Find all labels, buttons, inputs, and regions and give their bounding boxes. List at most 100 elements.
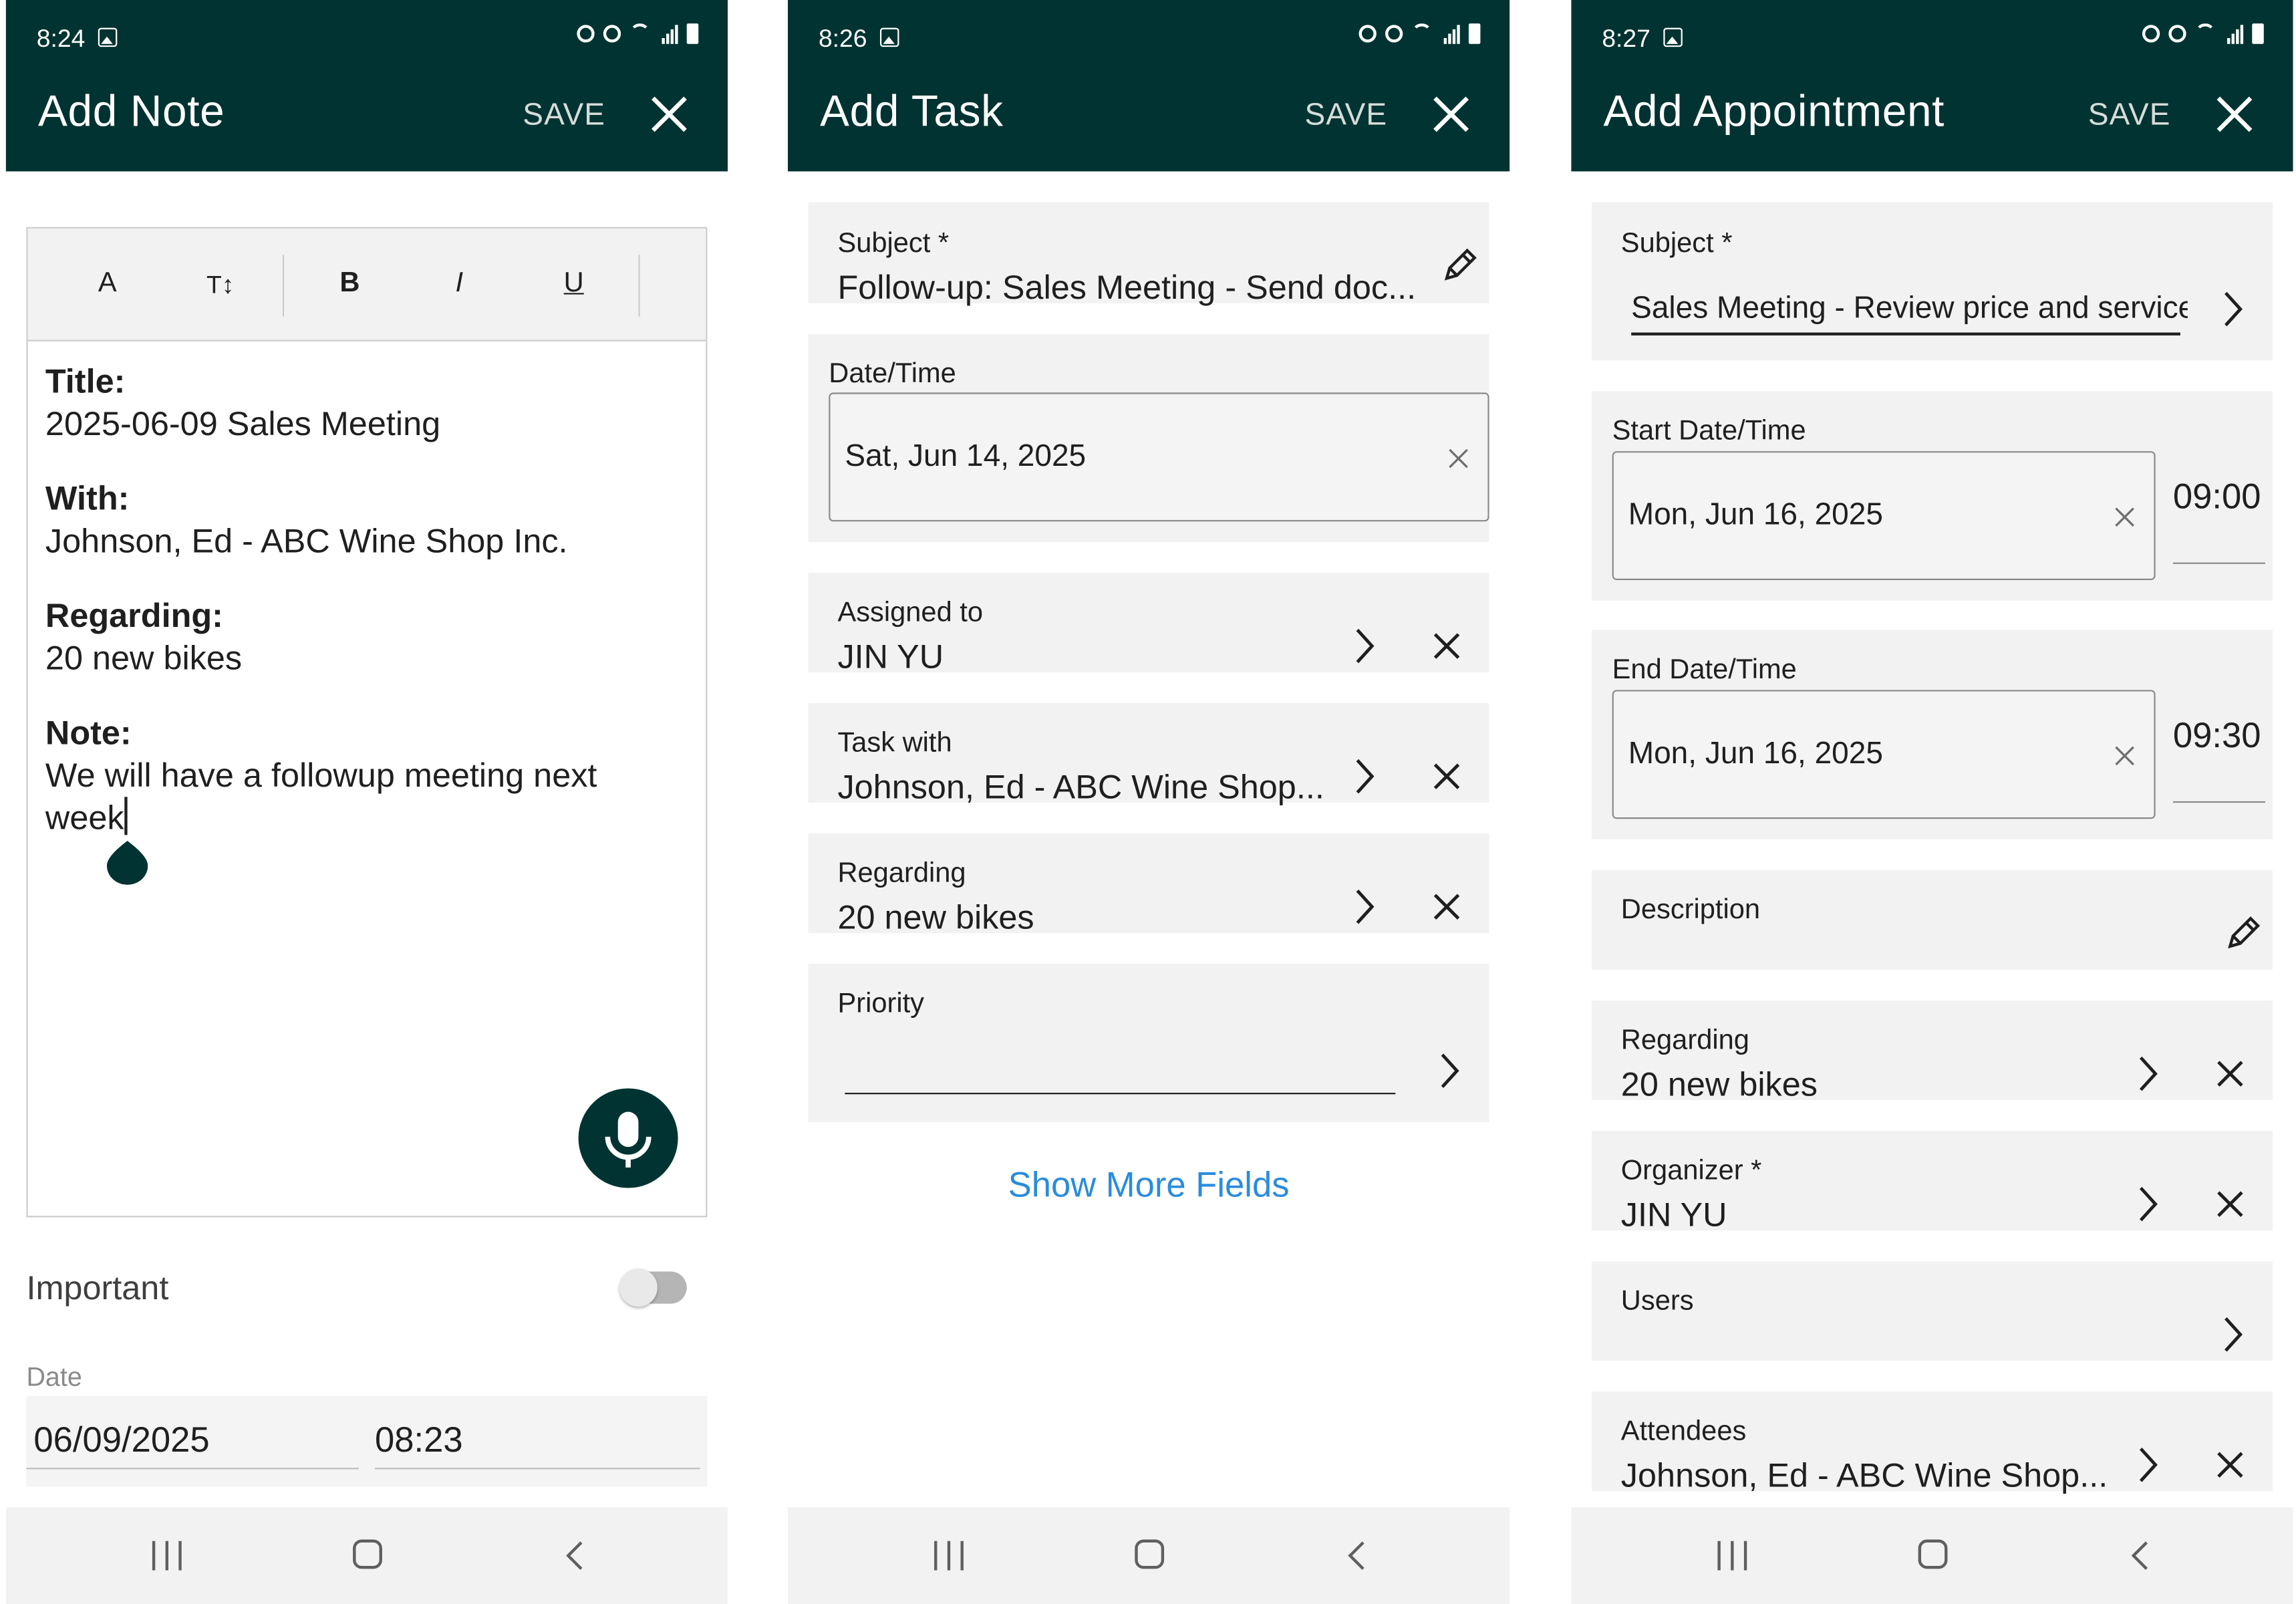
close-icon[interactable] — [2215, 1190, 2245, 1219]
chevron-right-icon[interactable] — [2221, 1315, 2245, 1353]
subject-value: Follow-up: Sales Meeting - Send doc... — [837, 268, 1417, 307]
subject-field[interactable]: Subject * Follow-up: Sales Meeting - Sen… — [808, 202, 1489, 306]
start-date-picker[interactable]: Mon, Jun 16, 2025 — [1612, 451, 2156, 580]
home-icon[interactable] — [353, 1539, 382, 1569]
subject-field[interactable]: Subject * Sales Meeting - Review price a… — [1591, 202, 2273, 361]
close-icon[interactable] — [2215, 1059, 2245, 1089]
cursor-handle-icon[interactable] — [106, 831, 148, 885]
alarm-icon — [1385, 25, 1403, 43]
title-value: 2025-06-09 Sales Meeting — [45, 404, 441, 442]
regarding-field[interactable]: Regarding 20 new bikes — [1591, 1000, 2273, 1103]
stage: 8:24 Add Note SAVE A T↕ B I U Title: 202… — [0, 0, 2296, 1604]
end-date-picker[interactable]: Mon, Jun 16, 2025 — [1612, 690, 2156, 819]
close-icon[interactable] — [1432, 762, 1461, 791]
back-icon[interactable] — [561, 1540, 590, 1572]
pencil-icon[interactable] — [2225, 914, 2263, 952]
note-body[interactable]: Title: 2025-06-09 Sales Meeting With: Jo… — [45, 360, 690, 839]
chevron-right-icon[interactable] — [1353, 888, 1377, 926]
image-icon — [879, 27, 899, 47]
task-with-field[interactable]: Task with Johnson, Ed - ABC Wine Shop... — [808, 703, 1489, 805]
regarding-field[interactable]: Regarding 20 new bikes — [808, 833, 1489, 936]
save-button[interactable]: SAVE — [523, 98, 605, 134]
close-icon[interactable] — [2214, 94, 2255, 134]
users-field[interactable]: Users — [1591, 1261, 2273, 1361]
text-size-button[interactable]: T↕ — [206, 271, 234, 300]
status-icons — [2142, 23, 2264, 44]
assigned-value: JIN YU — [837, 637, 944, 676]
end-time-input[interactable]: 09:30 — [2173, 716, 2261, 757]
close-icon[interactable] — [1431, 94, 1471, 134]
home-icon[interactable] — [1918, 1539, 1948, 1569]
font-color-button[interactable]: A — [98, 268, 117, 300]
assigned-to-field[interactable]: Assigned to JIN YU — [808, 572, 1489, 675]
signal-icon — [662, 23, 678, 44]
system-nav-bar — [787, 1507, 1510, 1604]
chevron-right-icon[interactable] — [1353, 757, 1377, 795]
back-icon[interactable] — [2126, 1540, 2156, 1572]
date-underline — [26, 1468, 359, 1470]
date-input[interactable]: 06/09/2025 — [33, 1421, 209, 1462]
recent-apps-icon[interactable] — [934, 1541, 964, 1571]
alarm-icon — [2168, 25, 2186, 43]
home-icon[interactable] — [1135, 1539, 1165, 1569]
recent-apps-icon[interactable] — [152, 1541, 182, 1571]
chevron-right-icon[interactable] — [2136, 1185, 2160, 1223]
page-title: Add Task — [820, 88, 1004, 136]
save-button[interactable]: SAVE — [1304, 98, 1387, 134]
users-label: Users — [1620, 1286, 1694, 1317]
clear-icon[interactable] — [2114, 507, 2135, 527]
description-field[interactable]: Description — [1591, 870, 2273, 970]
microphone-icon — [605, 1111, 652, 1168]
date-picker[interactable]: Sat, Jun 14, 2025 — [829, 392, 1489, 522]
close-icon[interactable] — [649, 94, 690, 134]
start-label: Start Date/Time — [1612, 416, 1806, 447]
clear-icon[interactable] — [2114, 746, 2135, 767]
subject-value: Sales Meeting - Review price and service — [1631, 291, 2188, 325]
time-input[interactable]: 08:23 — [375, 1421, 463, 1462]
datetime-label: Date/Time — [829, 358, 956, 390]
clear-icon[interactable] — [1448, 448, 1469, 469]
bold-button[interactable]: B — [339, 268, 360, 300]
date-value: Sat, Jun 14, 2025 — [845, 439, 1087, 473]
close-icon[interactable] — [1432, 892, 1461, 922]
chevron-right-icon[interactable] — [2136, 1446, 2160, 1484]
image-icon — [1663, 27, 1683, 47]
chevron-right-icon[interactable] — [2221, 290, 2245, 328]
start-time-input[interactable]: 09:00 — [2173, 478, 2261, 519]
status-time: 8:27 — [1602, 25, 1651, 53]
priority-field[interactable]: Priority — [808, 964, 1489, 1122]
close-icon[interactable] — [2215, 1450, 2245, 1480]
chevron-right-icon[interactable] — [2136, 1055, 2160, 1093]
important-toggle[interactable] — [619, 1268, 687, 1307]
system-nav-bar — [5, 1507, 728, 1604]
add-note-screen: 8:24 Add Note SAVE A T↕ B I U Title: 202… — [5, 0, 728, 1604]
note-editor[interactable]: A T↕ B I U Title: 2025-06-09 Sales Meeti… — [26, 227, 708, 1218]
note-value-line1: We will have a followup meeting next — [45, 755, 597, 794]
signal-icon — [2227, 23, 2244, 44]
note-label: Note: — [45, 713, 132, 752]
wifi-icon — [629, 23, 653, 44]
italic-button[interactable]: I — [456, 268, 464, 300]
note-value-line2: week — [45, 798, 124, 837]
recent-apps-icon[interactable] — [1717, 1541, 1747, 1571]
app-bar: 8:24 Add Note SAVE — [5, 0, 728, 172]
organizer-value: JIN YU — [1620, 1195, 1727, 1234]
save-button[interactable]: SAVE — [2088, 98, 2171, 134]
subject-underline — [1631, 332, 2180, 335]
battery-icon — [686, 23, 699, 44]
priority-underline — [845, 1093, 1396, 1095]
chevron-right-icon[interactable] — [1353, 627, 1377, 665]
toolbar-divider — [638, 255, 640, 317]
microphone-button[interactable] — [578, 1088, 678, 1188]
pencil-icon[interactable] — [1441, 246, 1479, 284]
regarding-value: 20 new bikes — [837, 898, 1034, 936]
add-appointment-screen: 8:27 Add Appointment SAVE Subject * Sale… — [1571, 0, 2293, 1604]
chevron-right-icon[interactable] — [1438, 1052, 1461, 1090]
text-cursor — [124, 797, 127, 835]
back-icon[interactable] — [1342, 1540, 1372, 1572]
show-more-fields-link[interactable]: Show More Fields — [788, 1166, 1510, 1207]
close-icon[interactable] — [1432, 632, 1461, 661]
attendees-field[interactable]: Attendees Johnson, Ed - ABC Wine Shop... — [1591, 1391, 2273, 1494]
underline-button[interactable]: U — [564, 268, 584, 300]
organizer-field[interactable]: Organizer * JIN YU — [1591, 1131, 2273, 1233]
